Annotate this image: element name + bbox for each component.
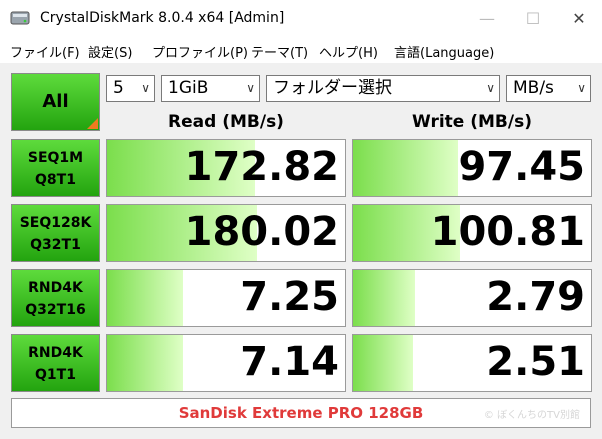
window-title: CrystalDiskMark 8.0.4 x64 [Admin] (40, 10, 285, 26)
run-all-button[interactable]: All (11, 73, 100, 131)
read-level-bar (107, 335, 184, 391)
menu-file[interactable]: ファイル(F) (10, 42, 80, 61)
write-level-bar (353, 335, 413, 391)
test-queue: Q1T1 (35, 367, 76, 383)
test-queue: Q32T1 (30, 237, 81, 253)
comment-field[interactable]: SanDisk Extreme PRO 128GB © ぼくんちのTV別館 (11, 398, 591, 428)
read-value: 172.82 (184, 144, 339, 190)
write-value: 100.81 (430, 209, 585, 255)
test-size-select[interactable]: 1GiB ∨ (161, 75, 260, 102)
test-rnd4k-q32t16-button[interactable]: RND4K Q32T16 (11, 269, 100, 327)
read-result-cell: 7.25 (106, 269, 346, 327)
test-count-select[interactable]: 5 ∨ (106, 75, 155, 102)
write-result-cell: 100.81 (352, 204, 592, 262)
test-name: SEQ128K (19, 215, 92, 231)
menu-bar: ファイル(F) 設定(S) プロファイル(P) テーマ(T) ヘルプ(H) 言語… (0, 38, 602, 63)
write-column-header: Write (MB/s) (412, 112, 532, 132)
test-name: SEQ1M (27, 150, 84, 166)
write-result-cell: 2.51 (352, 334, 592, 392)
test-size-value: 1GiB (168, 78, 209, 98)
menu-settings[interactable]: 設定(S) (88, 42, 132, 61)
chevron-down-icon: ∨ (577, 81, 586, 95)
read-result-cell: 172.82 (106, 139, 346, 197)
app-disk-icon (10, 11, 30, 25)
run-all-label: All (42, 91, 69, 112)
menu-language[interactable]: 言語(Language) (394, 42, 494, 61)
chevron-down-icon: ∨ (486, 81, 495, 95)
write-value: 2.51 (486, 339, 585, 385)
test-seq128k-q32t1-button[interactable]: SEQ128K Q32T1 (11, 204, 100, 262)
unit-select[interactable]: MB/s ∨ (506, 75, 591, 102)
read-result-cell: 180.02 (106, 204, 346, 262)
target-drive-value: フォルダー選択 (273, 78, 392, 98)
read-result-cell: 7.14 (106, 334, 346, 392)
test-rnd4k-q1t1-button[interactable]: RND4K Q1T1 (11, 334, 100, 392)
write-result-cell: 2.79 (352, 269, 592, 327)
test-name: RND4K (28, 280, 83, 296)
read-value: 7.25 (240, 274, 339, 320)
maximize-button[interactable]: ☐ (510, 0, 556, 38)
read-value: 180.02 (184, 209, 339, 255)
unit-value: MB/s (513, 78, 554, 98)
write-value: 2.79 (486, 274, 585, 320)
menu-theme[interactable]: テーマ(T) (251, 42, 308, 61)
test-count-value: 5 (113, 78, 124, 98)
write-level-bar (353, 270, 415, 326)
read-value: 7.14 (240, 339, 339, 385)
test-name: RND4K (28, 345, 83, 361)
menu-profile[interactable]: プロファイル(P) (152, 42, 248, 61)
chevron-down-icon: ∨ (141, 81, 150, 95)
minimize-button[interactable]: — (464, 0, 510, 38)
write-result-cell: 97.45 (352, 139, 592, 197)
chevron-down-icon: ∨ (246, 81, 255, 95)
menu-help[interactable]: ヘルプ(H) (319, 42, 378, 61)
title-bar: CrystalDiskMark 8.0.4 x64 [Admin] — ☐ ✕ (0, 0, 602, 38)
target-drive-select[interactable]: フォルダー選択 ∨ (266, 75, 500, 102)
test-queue: Q8T1 (35, 172, 76, 188)
close-button[interactable]: ✕ (556, 0, 602, 38)
test-queue: Q32T16 (25, 302, 86, 318)
write-value: 97.45 (458, 144, 585, 190)
corner-marker (87, 118, 98, 129)
read-level-bar (107, 270, 184, 326)
watermark: © ぼくんちのTV別館 (483, 410, 580, 421)
test-seq1m-q8t1-button[interactable]: SEQ1M Q8T1 (11, 139, 100, 197)
read-column-header: Read (MB/s) (168, 112, 284, 132)
write-level-bar (353, 140, 458, 196)
